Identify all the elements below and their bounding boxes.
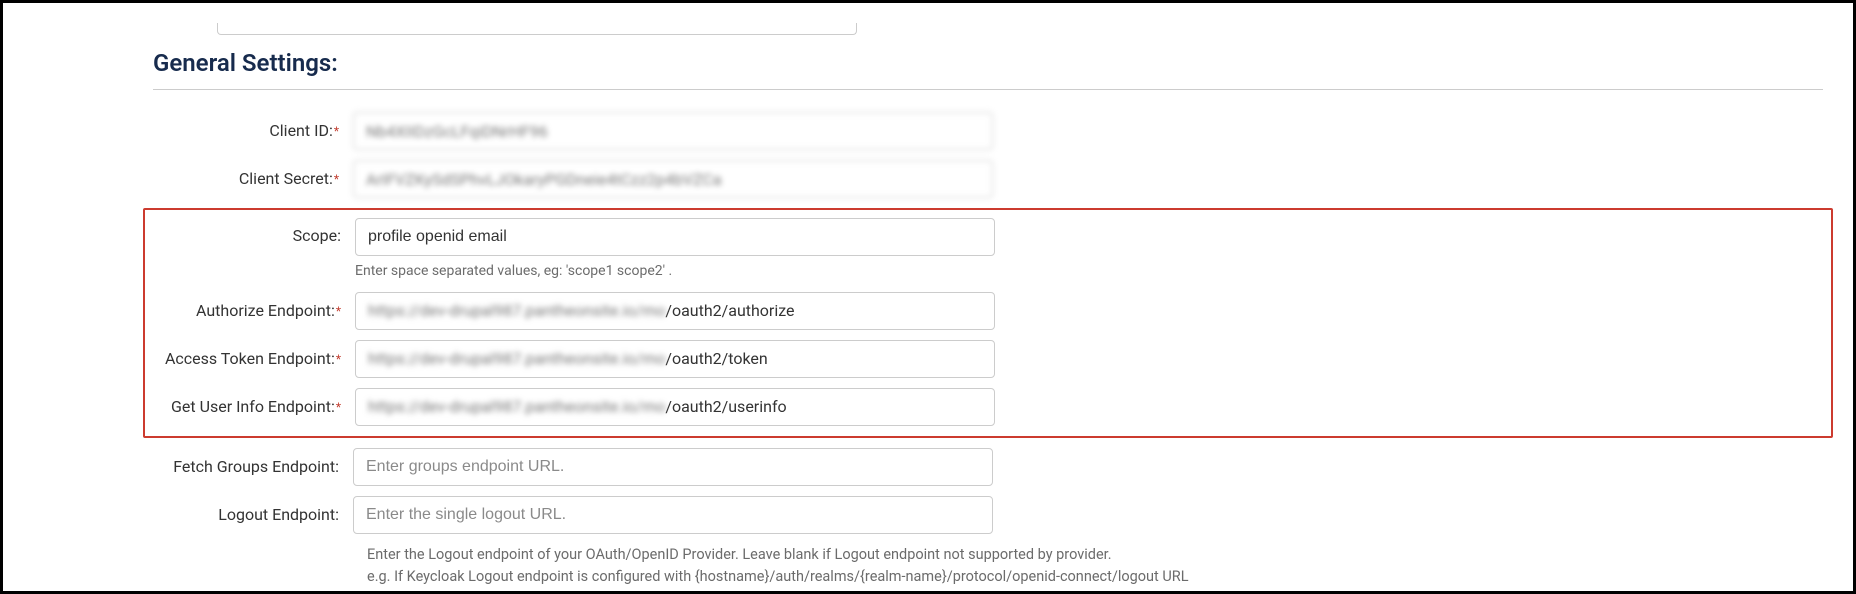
logout-help: Enter the Logout endpoint of your OAuth/… [367, 544, 1347, 594]
access-token-endpoint-input[interactable]: https://dev-drupal987.pantheonsite.io/mo… [355, 340, 995, 378]
previous-field-stub [217, 23, 857, 35]
scope-help: Enter space separated values, eg: 'scope… [355, 262, 995, 282]
section-title: General Settings: [153, 49, 1823, 81]
userinfo-endpoint-input[interactable]: https://dev-drupal987.pantheonsite.io/mo… [355, 388, 995, 426]
authorize-endpoint-input[interactable]: https://dev-drupal987.pantheonsite.io/mo… [355, 292, 995, 330]
settings-frame: General Settings: Client ID:* Nb4XIIDzGc… [0, 0, 1856, 594]
logout-endpoint-label: Logout Endpoint: [153, 497, 353, 533]
client-id-label: Client ID:* [153, 113, 353, 149]
section-divider [153, 89, 1823, 90]
groups-endpoint-label: Fetch Groups Endpoint: [153, 449, 353, 485]
client-secret-label: Client Secret:* [153, 161, 353, 197]
access-token-endpoint-label: Access Token Endpoint:* [155, 341, 355, 377]
authorize-endpoint-label: Authorize Endpoint:* [155, 293, 355, 329]
logout-endpoint-input[interactable] [353, 496, 993, 534]
scope-label: Scope: [155, 218, 355, 254]
highlighted-region: Scope: Enter space separated values, eg:… [143, 208, 1833, 438]
scope-input[interactable] [355, 218, 995, 256]
userinfo-endpoint-label: Get User Info Endpoint:* [155, 389, 355, 425]
client-secret-input[interactable]: ArIFVZKySdSPhvLJOkaryPGDneie4tCzz2p4bVZC… [353, 160, 993, 198]
groups-endpoint-input[interactable] [353, 448, 993, 486]
client-id-input[interactable]: Nb4XIIDzGcLFqiDNrHF96 [353, 112, 993, 150]
